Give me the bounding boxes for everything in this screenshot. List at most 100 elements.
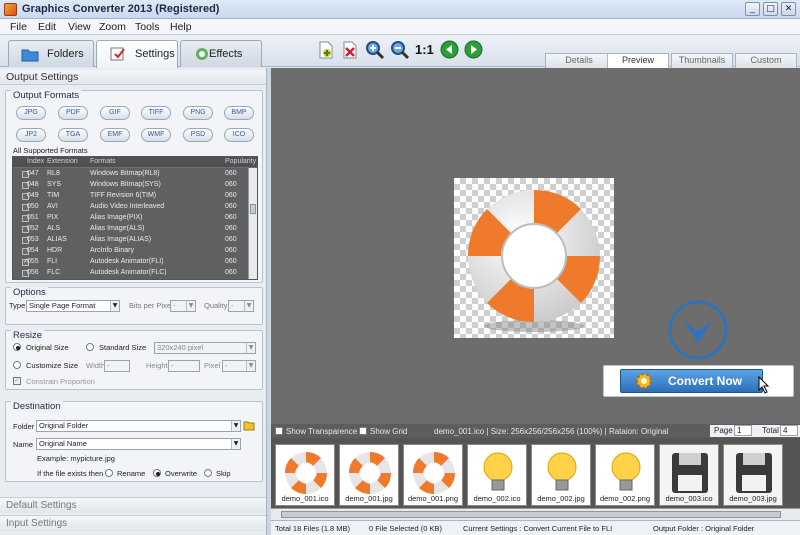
overwrite-radio[interactable]: [153, 469, 161, 477]
row-format: Audio Video Interleaved: [90, 203, 165, 210]
quality-select[interactable]: - ▼: [228, 300, 254, 312]
view-tab-preview[interactable]: Preview: [607, 53, 669, 68]
menu-view[interactable]: View: [68, 21, 91, 33]
format-pdf-button[interactable]: PDF: [58, 106, 88, 120]
status-bar: Total 18 Files (1.8 MB) 0 File Selected …: [271, 520, 800, 535]
table-row[interactable]: 052 ALS Alias Image(ALS) 060: [13, 224, 253, 235]
page-input[interactable]: 1: [734, 425, 752, 436]
table-row[interactable]: ✓ 055 FLI Autodesk Animator(FLI) 060: [13, 257, 253, 268]
table-scrollbar[interactable]: [248, 168, 257, 279]
menu-help[interactable]: Help: [170, 21, 192, 33]
height-input[interactable]: -: [168, 360, 200, 372]
convert-now-button[interactable]: Convert Now: [603, 365, 794, 397]
row-format: Windows Bitmap(RL8): [90, 170, 160, 177]
table-row[interactable]: 054 HDR ArcInfo Binary 060: [13, 246, 253, 257]
next-icon[interactable]: [464, 40, 483, 59]
skip-radio[interactable]: [204, 469, 212, 477]
unit-select[interactable]: - ▼: [222, 360, 256, 372]
thumbnail-label: demo_001.png: [407, 494, 459, 503]
table-header: Index Extension Formats Popularity: [13, 157, 257, 168]
view-tab-thumbnails[interactable]: Thumbnails: [671, 53, 733, 68]
name-select[interactable]: Original Name ▼: [36, 438, 241, 450]
original-size-radio[interactable]: [13, 343, 21, 351]
menu-edit[interactable]: Edit: [38, 21, 56, 33]
view-tab-custom[interactable]: Custom: [735, 53, 797, 68]
format-tiff-button[interactable]: TIFF: [141, 106, 171, 120]
show-transparence-checkbox[interactable]: ✓: [275, 427, 283, 435]
minimize-button[interactable]: _: [745, 2, 760, 16]
table-row[interactable]: 051 PIX Alias Image(PIX) 060: [13, 213, 253, 224]
menu-tools[interactable]: Tools: [135, 21, 160, 33]
customize-size-radio[interactable]: [13, 361, 21, 369]
standard-size-select[interactable]: 320x240 pixel ▼: [154, 342, 256, 354]
row-extension: ALS: [47, 225, 61, 232]
zoom-in-icon[interactable]: [365, 40, 385, 60]
rename-radio[interactable]: [105, 469, 113, 477]
col-index[interactable]: Index: [27, 158, 44, 165]
col-formats[interactable]: Formats: [90, 158, 116, 165]
show-grid-checkbox[interactable]: ✓: [359, 427, 367, 435]
chevron-down-icon: ▼: [246, 343, 255, 353]
table-row[interactable]: 048 SYS Windows Bitmap(SYS) 060: [13, 180, 253, 191]
browse-folder-icon[interactable]: [243, 419, 255, 431]
input-settings-section[interactable]: Input Settings: [0, 515, 268, 531]
thumbnail-label: demo_002.jpg: [537, 494, 585, 503]
tab-settings[interactable]: Settings: [96, 40, 178, 68]
table-row[interactable]: 056 FLC Autodesk Animator(FLC) 060: [13, 268, 253, 279]
format-emf-button[interactable]: EMF: [100, 128, 130, 142]
table-row[interactable]: 050 AVI Audio Video Interleaved 060: [13, 202, 253, 213]
col-extension[interactable]: Extension: [47, 158, 78, 165]
delete-file-icon[interactable]: [342, 41, 358, 59]
menu-zoom[interactable]: Zoom: [99, 21, 126, 33]
table-row[interactable]: 049 TIM TIFF Revision 6(TIM) 060: [13, 191, 253, 202]
status-output-folder: Output Folder : Original Folder: [653, 524, 755, 533]
format-tga-button[interactable]: TGA: [58, 128, 88, 142]
format-gif-button[interactable]: GIF: [100, 106, 130, 120]
row-index: 047: [27, 170, 39, 177]
row-extension: HDR: [47, 247, 63, 254]
row-popularity: 060: [225, 225, 237, 232]
row-format: Alias Image(ALS): [90, 225, 145, 232]
type-select[interactable]: Single Page Format ▼: [26, 300, 120, 312]
actual-size-button[interactable]: 1:1: [415, 42, 434, 57]
chevron-down-icon: ▼: [246, 361, 255, 371]
close-button[interactable]: ✕: [781, 2, 796, 16]
format-psd-button[interactable]: PSD: [183, 128, 213, 142]
page-value: 1: [737, 426, 742, 435]
format-jp2-button[interactable]: JP2: [16, 128, 46, 142]
constrain-checkbox[interactable]: ✓: [13, 377, 21, 385]
row-popularity: 060: [225, 269, 237, 276]
menu-file[interactable]: File: [10, 21, 27, 33]
previous-icon[interactable]: [440, 40, 459, 59]
bpp-select[interactable]: - ▼: [170, 300, 196, 312]
unit-value: -: [225, 361, 228, 370]
row-popularity: 060: [225, 258, 237, 265]
scroll-thumb[interactable]: [250, 204, 256, 214]
format-jpg-button[interactable]: JPG: [16, 106, 46, 120]
app-icon: [4, 3, 17, 16]
maximize-button[interactable]: □: [763, 2, 778, 16]
bpp-label: Bits per Pixel: [129, 301, 173, 310]
standard-size-radio[interactable]: [86, 343, 94, 351]
format-ico-button[interactable]: ICO: [224, 128, 254, 142]
col-popularity[interactable]: Popularity: [225, 158, 256, 165]
table-row[interactable]: 053 ALIAS Alias Image(ALIAS) 060: [13, 235, 253, 246]
view-tab-details[interactable]: Details: [545, 53, 613, 68]
default-settings-section[interactable]: Default Settings: [0, 497, 268, 513]
add-file-icon[interactable]: [318, 41, 334, 59]
format-wmf-button[interactable]: WMF: [141, 128, 171, 142]
row-extension: SYS: [47, 181, 62, 188]
zoom-out-icon[interactable]: [390, 40, 410, 60]
thumbnail-scroll-thumb[interactable]: [281, 511, 781, 518]
thumbnail-scrollbar[interactable]: [271, 508, 800, 520]
tab-folders[interactable]: Folders: [8, 40, 94, 67]
preview-image: [454, 178, 614, 338]
format-png-button[interactable]: PNG: [183, 106, 213, 120]
tab-effects[interactable]: Effects: [180, 40, 262, 67]
format-bmp-button[interactable]: BMP: [224, 106, 254, 120]
folder-select[interactable]: Original Folder ▼: [36, 420, 241, 432]
table-row[interactable]: 047 RL8 Windows Bitmap(RL8) 060: [13, 169, 253, 180]
width-input[interactable]: -: [104, 360, 130, 372]
skip-label: Skip: [216, 469, 231, 478]
total-label: Total: [762, 426, 779, 435]
